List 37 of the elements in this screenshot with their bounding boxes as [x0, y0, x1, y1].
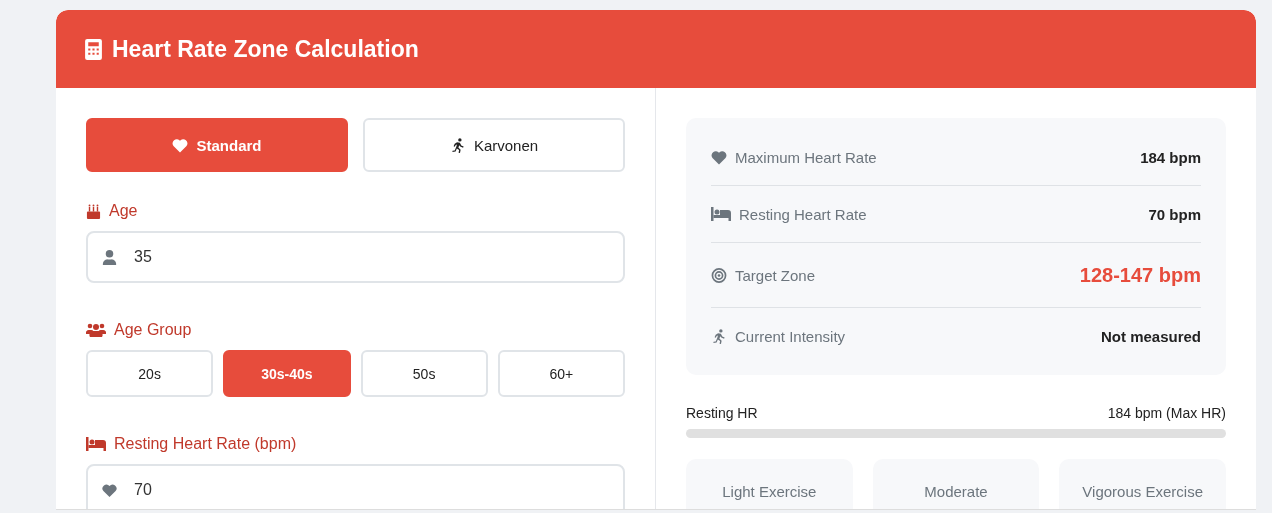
runner-icon: [449, 137, 466, 153]
resting-label: Resting Heart Rate (bpm): [114, 435, 297, 453]
age-group-option[interactable]: 60+: [497, 350, 625, 397]
stat-label: Resting Heart Rate: [739, 205, 868, 223]
calculator-icon: [85, 38, 102, 60]
zone-title: Light Exercise: [722, 483, 817, 502]
resting-input[interactable]: 70: [86, 464, 625, 509]
age-input[interactable]: 35: [86, 231, 625, 283]
bed-icon: [711, 207, 731, 221]
method-button[interactable]: Standard: [86, 118, 348, 172]
heart-icon: [711, 149, 727, 165]
group-icon: [86, 323, 106, 337]
target-icon: [711, 267, 727, 283]
range-label: 184 bpm (Max HR): [1107, 405, 1226, 421]
method-button[interactable]: Karvonen: [363, 118, 625, 172]
stat-label: Target Zone: [735, 266, 817, 284]
zone-title: Vigorous Exercise: [1082, 483, 1203, 502]
age-group-option[interactable]: 20s: [86, 350, 214, 397]
range-label: Resting HR: [686, 405, 758, 421]
stat-value: Not measured: [1100, 327, 1201, 345]
heart-icon: [172, 137, 189, 153]
age-group-label: Age Group: [114, 321, 192, 339]
age-group-option[interactable]: 50s: [360, 350, 488, 397]
bed-icon: [86, 437, 106, 451]
person-icon: [102, 249, 117, 265]
heart-icon: [102, 482, 117, 498]
stat-value: 184 bpm: [1140, 148, 1201, 166]
stat-value: 70 bpm: [1148, 205, 1201, 223]
runner-icon: [711, 328, 727, 344]
stat-label: Maximum Heart Rate: [735, 148, 878, 166]
age-label: Age: [109, 202, 138, 220]
age-group-option[interactable]: 30s-40s: [223, 350, 351, 397]
panel-title: Heart Rate Zone Calculation: [112, 35, 419, 63]
cake-icon: [86, 203, 101, 219]
stat-value: 128-147 bpm: [1079, 263, 1201, 287]
zone-title: Moderate: [924, 483, 988, 502]
stat-label: Current Intensity: [735, 327, 847, 345]
